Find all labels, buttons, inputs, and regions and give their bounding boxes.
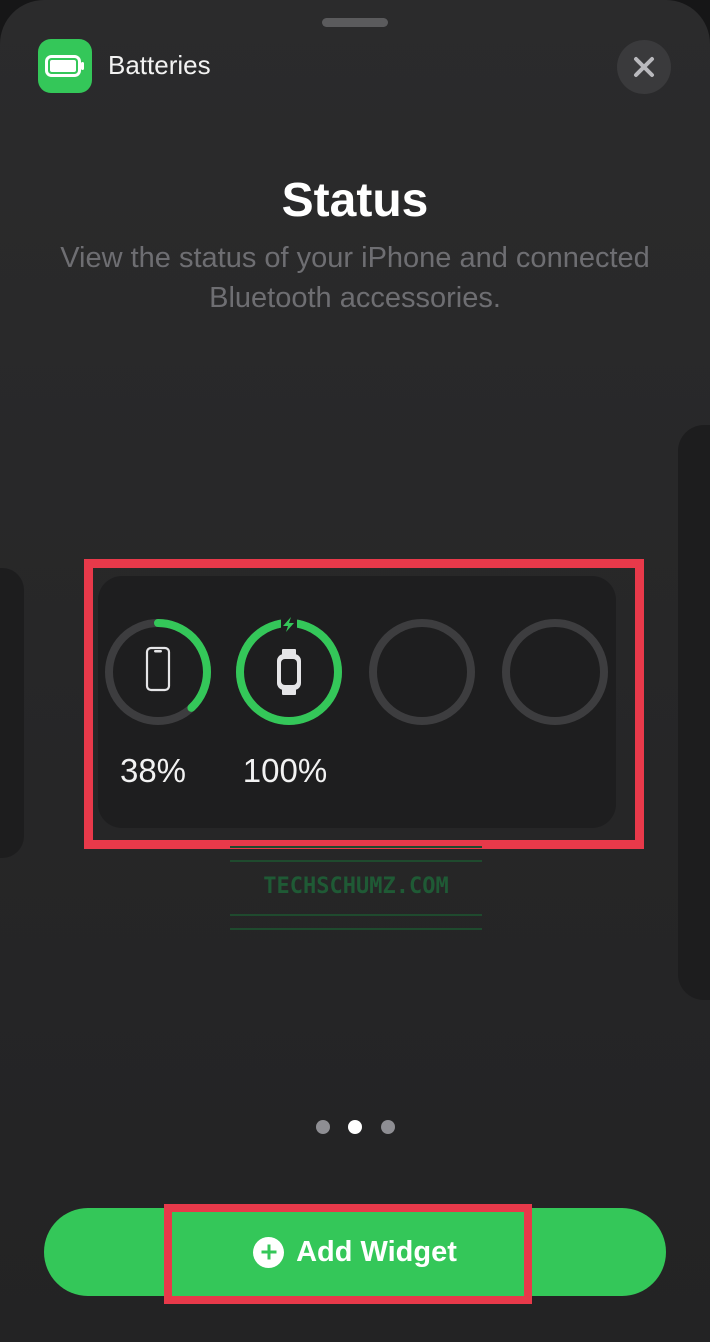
watermark-text: TECHSCHUMZ.COM — [263, 874, 449, 899]
widget-description: View the status of your iPhone and conne… — [60, 242, 650, 314]
next-widget-preview[interactable] — [678, 425, 710, 1000]
close-icon — [634, 57, 654, 77]
watermark: TECHSCHUMZ.COM — [230, 846, 482, 930]
page-dot[interactable] — [316, 1120, 330, 1134]
widget-highlight-box — [84, 559, 644, 849]
close-button[interactable] — [617, 40, 671, 94]
widget-title: Status — [281, 174, 429, 227]
page-dot-active[interactable] — [348, 1120, 362, 1134]
sheet-grabber[interactable] — [322, 18, 388, 27]
battery-app-icon — [38, 39, 92, 93]
add-widget-highlight-box — [164, 1204, 532, 1304]
previous-widget-preview[interactable] — [0, 568, 24, 858]
page-dot[interactable] — [381, 1120, 395, 1134]
widget-gallery-sheet: Batteries Status View the status of your… — [0, 0, 710, 1342]
app-name: Batteries — [108, 50, 211, 80]
